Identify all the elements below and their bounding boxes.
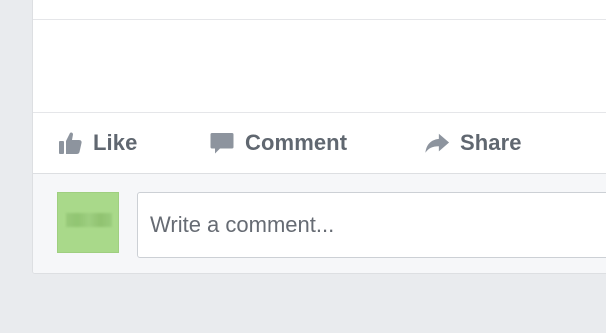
speech-bubble-icon bbox=[209, 130, 235, 156]
share-button[interactable]: Share bbox=[424, 127, 522, 159]
share-arrow-icon bbox=[424, 130, 450, 156]
comment-label: Comment bbox=[245, 130, 348, 155]
thumbs-up-icon bbox=[57, 130, 83, 156]
post-card: Like Comment Share bbox=[32, 0, 606, 274]
comment-composer bbox=[33, 173, 606, 273]
share-label: Share bbox=[460, 130, 522, 155]
like-label: Like bbox=[93, 130, 138, 155]
avatar[interactable] bbox=[57, 192, 119, 253]
avatar-image bbox=[66, 213, 112, 227]
comment-input[interactable] bbox=[137, 192, 606, 258]
comment-button[interactable]: Comment bbox=[209, 127, 347, 159]
post-action-bar: Like Comment Share bbox=[33, 113, 606, 173]
post-content-area bbox=[33, 20, 606, 112]
like-button[interactable]: Like bbox=[57, 127, 137, 159]
